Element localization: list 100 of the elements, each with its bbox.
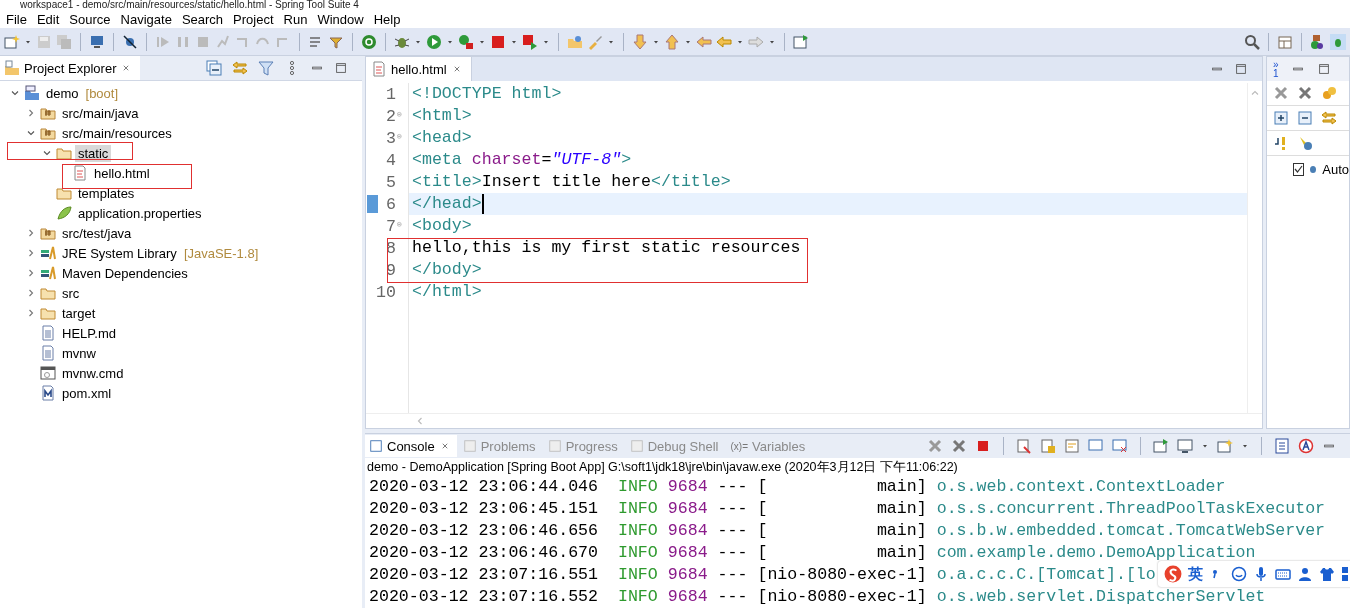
tree-item[interactable]: HELP.md: [59, 324, 119, 342]
maven-file-icon: [40, 385, 56, 401]
line-number: 1: [385, 84, 397, 104]
collapse-icon[interactable]: [1297, 110, 1313, 126]
line-number: 10: [375, 282, 397, 302]
open-perspective-icon[interactable]: [793, 33, 809, 50]
menu-item[interactable]: Navigate: [116, 11, 178, 27]
pin-console-icon[interactable]: [1153, 438, 1169, 454]
skip-breakpoints-icon[interactable]: [122, 33, 138, 50]
console-line: 2020-03-12 23:06:46.656 INFO 9684 --- [ main] o.s.b.w.embedded.tomcat.TomcatWebServer: [369, 520, 1326, 542]
package-folder-icon: [40, 225, 56, 241]
user-icon[interactable]: [1297, 566, 1313, 582]
folder-icon: [40, 285, 56, 301]
tree-item[interactable]: target: [59, 304, 99, 322]
search-icon[interactable]: [1244, 33, 1260, 50]
menu-item[interactable]: Project: [229, 11, 280, 27]
tab-icon: [547, 439, 562, 453]
menu-item[interactable]: Search: [177, 11, 230, 27]
input-mode-indicator[interactable]: 英: [1188, 564, 1203, 584]
tree-item[interactable]: src: [59, 284, 83, 302]
tree-item[interactable]: pom.xml: [59, 384, 115, 402]
tree-item[interactable]: src/test/java: [59, 224, 135, 242]
text-file-icon: [40, 325, 56, 341]
skin-icon[interactable]: [1319, 566, 1335, 582]
code-line: </head>: [412, 193, 482, 215]
spring-icon[interactable]: [361, 33, 377, 50]
console-line: 2020-03-12 23:07:16.552 INFO 9684 --- [nio-8080-exec-1] o.s.web.servlet.DispatcherServlet: [369, 586, 1266, 608]
scroll-lock-icon[interactable]: [1040, 438, 1056, 454]
editor-tab[interactable]: hello.html: [366, 57, 472, 81]
run-icon[interactable]: [426, 33, 442, 50]
maximize-icon: [1234, 62, 1248, 76]
tree-item[interactable]: mvnw.cmd: [59, 364, 127, 382]
sync-icon[interactable]: [1321, 110, 1337, 126]
tree-item[interactable]: src/main/resources: [59, 124, 175, 142]
library-icon: [40, 245, 56, 261]
display-console-icon[interactable]: [1177, 438, 1193, 454]
tree-item[interactable]: src/main/java: [59, 104, 142, 122]
maximize-icon: [1316, 62, 1331, 76]
view-tab[interactable]: (x)= Variables: [726, 435, 812, 457]
back-icon[interactable]: [716, 33, 732, 50]
keyboard-icon[interactable]: [1275, 566, 1291, 582]
word-wrap-icon[interactable]: [1064, 438, 1080, 454]
remove-launch-icon[interactable]: [927, 438, 943, 454]
menu-item[interactable]: File: [2, 11, 33, 27]
microphone-icon[interactable]: [1253, 566, 1269, 582]
overflow-views-button[interactable]: » 1: [1273, 60, 1279, 78]
link-editor-icon[interactable]: [232, 60, 248, 76]
perspective-icon[interactable]: [1277, 33, 1293, 50]
code-line: <title>Insert title here</title>: [412, 171, 731, 193]
open-type-icon[interactable]: [567, 33, 583, 50]
menu-item[interactable]: Window: [313, 11, 370, 27]
show-stdout-icon[interactable]: [1088, 438, 1104, 454]
remove-all-launches-icon[interactable]: [951, 438, 967, 454]
leaf-icon: [56, 205, 72, 221]
run-external-icon[interactable]: [458, 33, 474, 50]
text-file-icon: [40, 345, 56, 361]
java-perspective-icon[interactable]: [1310, 33, 1326, 50]
expand-all-icon[interactable]: [1273, 110, 1289, 126]
ime-logo-icon: [1164, 565, 1182, 583]
outline-icon[interactable]: [1274, 438, 1290, 454]
tree-item[interactable]: application.properties: [75, 204, 205, 222]
tree-item[interactable]: templates: [75, 184, 138, 202]
tab-icon: [369, 439, 383, 453]
console-line: 2020-03-12 23:06:44.046 INFO 9684 --- [ main] o.s.web.context.ContextLoader: [369, 476, 1226, 498]
debug-perspective-icon[interactable]: [1330, 33, 1346, 50]
monitor-icon[interactable]: [89, 33, 105, 50]
menu-item[interactable]: Edit: [32, 11, 66, 27]
stop-icon[interactable]: [490, 33, 506, 50]
collapse-all-icon[interactable]: [206, 60, 222, 76]
filter-icon[interactable]: [258, 60, 274, 76]
emoji-icon[interactable]: [1231, 566, 1247, 582]
menu-item[interactable]: Source: [65, 11, 117, 27]
relaunch-icon[interactable]: [522, 33, 538, 50]
tree-item[interactable]: demo: [43, 84, 82, 102]
tree-item[interactable]: Maven Dependencies: [59, 264, 191, 282]
checkbox[interactable]: [1293, 163, 1305, 176]
next-annotation-icon[interactable]: [632, 33, 648, 50]
explorer-icon: [4, 60, 20, 76]
line-number: 7: [385, 216, 397, 236]
last-edit-icon[interactable]: [696, 33, 712, 50]
new-icon[interactable]: [4, 33, 20, 50]
tree-item[interactable]: hello.html: [91, 164, 153, 182]
clear-console-icon[interactable]: [1016, 438, 1032, 454]
spring-boot-icon[interactable]: [1298, 438, 1314, 454]
folder-icon: [40, 305, 56, 321]
remove-icon[interactable]: [1273, 85, 1289, 101]
tree-item[interactable]: mvnw: [59, 344, 99, 362]
tree-item[interactable]: JRE System Library: [59, 244, 180, 262]
remove-all-icon[interactable]: [1297, 85, 1313, 101]
checkbox-label: Auto: [1322, 162, 1349, 177]
tree-item[interactable]: static: [75, 144, 112, 162]
show-stderr-icon[interactable]: [1112, 438, 1128, 454]
menu-item[interactable]: Run: [279, 11, 314, 27]
menu-item[interactable]: Help: [369, 11, 407, 27]
new-console-icon[interactable]: [1217, 438, 1233, 454]
view-tab[interactable]: Console: [365, 435, 457, 457]
terminate-process-icon[interactable]: [975, 438, 991, 454]
process-label: demo - DemoApplication [Spring Boot App] G:\soft1\jdk18\jre\bin\javaw.exe (2020年3月12日 下午11:06:22): [366, 459, 959, 476]
previous-annotation-icon[interactable]: [664, 33, 680, 50]
view-tab[interactable]: Project Explorer: [0, 56, 141, 80]
